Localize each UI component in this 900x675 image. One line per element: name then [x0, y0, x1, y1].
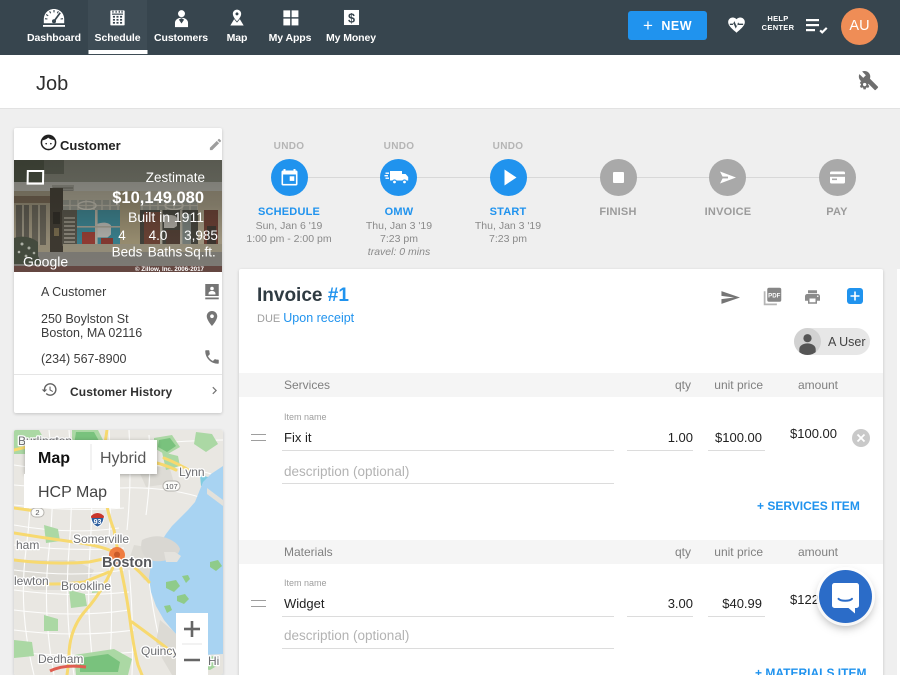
- svg-text:Brookline: Brookline: [61, 579, 111, 593]
- svg-text:93: 93: [94, 519, 102, 526]
- svg-text:4: 4: [118, 228, 126, 243]
- svg-text:2: 2: [35, 508, 39, 517]
- svg-text:Map: Map: [38, 450, 70, 467]
- svg-text:© Zillow, Inc. 2006-2017: © Zillow, Inc. 2006-2017: [135, 266, 205, 272]
- svg-text:ham: ham: [16, 538, 39, 552]
- svg-text:$: $: [347, 11, 354, 25]
- svg-text:Google: Google: [23, 254, 68, 270]
- svg-text:$10,149,080: $10,149,080: [112, 189, 204, 207]
- svg-text:Beds: Beds: [112, 245, 143, 260]
- svg-text:Hybrid: Hybrid: [100, 450, 146, 467]
- svg-text:Dedham: Dedham: [38, 652, 83, 666]
- svg-text:Quincy: Quincy: [141, 644, 178, 658]
- svg-text:Hi: Hi: [208, 654, 219, 668]
- svg-text:lewton: lewton: [14, 574, 49, 588]
- svg-text:Lynn: Lynn: [179, 465, 205, 479]
- svg-text:Somerville: Somerville: [73, 532, 129, 546]
- svg-text:Boston: Boston: [102, 555, 152, 571]
- svg-text:3,985: 3,985: [184, 228, 218, 243]
- svg-text:Zestimate: Zestimate: [146, 170, 205, 185]
- svg-text:HCP Map: HCP Map: [38, 484, 107, 501]
- svg-text:4.0: 4.0: [149, 228, 168, 243]
- svg-text:PDF: PDF: [768, 292, 780, 299]
- svg-text:107: 107: [165, 482, 178, 491]
- svg-text:Sq.ft.: Sq.ft.: [184, 245, 216, 260]
- svg-text:Built in 1911: Built in 1911: [128, 209, 204, 225]
- svg-text:Baths: Baths: [148, 245, 183, 260]
